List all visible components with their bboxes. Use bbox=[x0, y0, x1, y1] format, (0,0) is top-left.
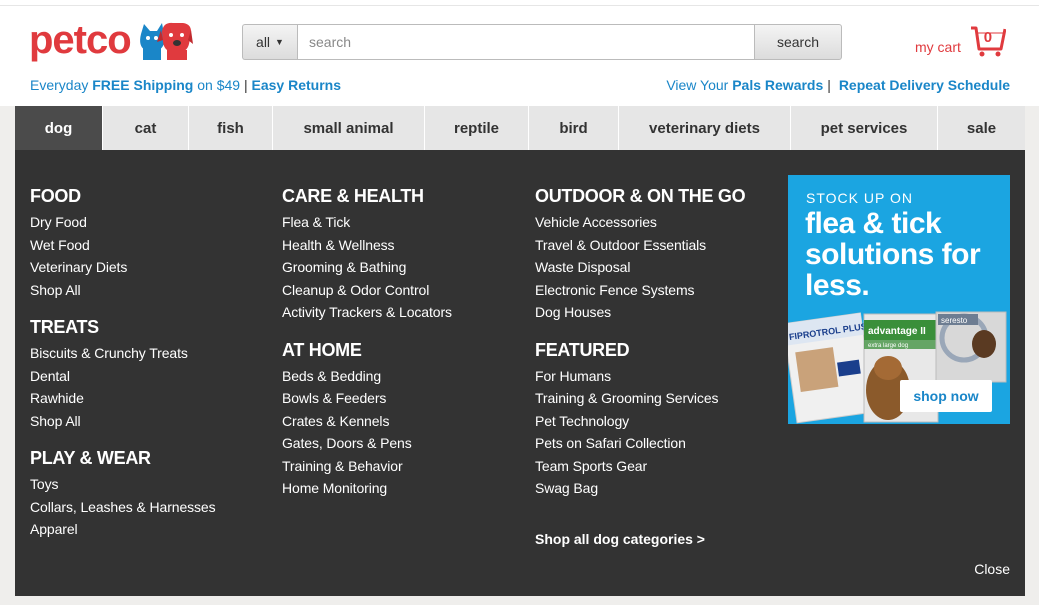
shipping-promo-prefix: Everyday bbox=[30, 77, 93, 93]
shop-all-dog-categories-link[interactable]: Shop all dog categories > bbox=[535, 531, 705, 547]
section-title-food[interactable]: FOOD bbox=[30, 185, 216, 207]
menu-link[interactable]: Dog Houses bbox=[535, 301, 745, 324]
menu-section-featured: FEATURED For Humans Training & Grooming … bbox=[535, 339, 745, 500]
nav-tab-small-animal[interactable]: small animal bbox=[273, 106, 425, 150]
search-button[interactable]: search bbox=[755, 24, 842, 60]
menu-link[interactable]: Pet Technology bbox=[535, 410, 745, 433]
pals-rewards-prefix: View Your bbox=[666, 77, 733, 93]
nav-tab-fish[interactable]: fish bbox=[189, 106, 273, 150]
menu-link[interactable]: Vehicle Accessories bbox=[535, 211, 745, 234]
section-title-treats[interactable]: TREATS bbox=[30, 316, 216, 338]
chevron-down-icon: ▼ bbox=[275, 37, 284, 47]
menu-link[interactable]: Swag Bag bbox=[535, 477, 745, 500]
pals-rewards-link[interactable]: View Your Pals Rewards bbox=[666, 77, 823, 93]
menu-link[interactable]: Health & Wellness bbox=[282, 234, 452, 257]
pets-mascot-icon bbox=[139, 22, 193, 60]
search-scope-dropdown[interactable]: all ▼ bbox=[242, 24, 297, 60]
repeat-delivery-link[interactable]: Repeat Delivery Schedule bbox=[839, 77, 1010, 93]
cart-label: my cart bbox=[915, 39, 961, 55]
section-title-featured[interactable]: FEATURED bbox=[535, 339, 745, 361]
menu-link[interactable]: Shop All bbox=[30, 279, 216, 302]
advantage-sub-label: extra large dog bbox=[868, 343, 908, 349]
menu-link[interactable]: Biscuits & Crunchy Treats bbox=[30, 342, 216, 365]
search-scope-label: all bbox=[256, 34, 271, 50]
cart-count-badge: 0 bbox=[983, 29, 993, 46]
pals-rewards-bold: Pals Rewards bbox=[732, 77, 824, 93]
advantage-label: advantage II bbox=[868, 326, 926, 337]
menu-link[interactable]: Electronic Fence Systems bbox=[535, 279, 745, 302]
search-input[interactable] bbox=[297, 24, 755, 60]
menu-link[interactable]: Flea & Tick bbox=[282, 211, 452, 234]
menu-link[interactable]: Dental bbox=[30, 365, 216, 388]
nav-tab-pet-services[interactable]: pet services bbox=[791, 106, 938, 150]
menu-link[interactable]: Home Monitoring bbox=[282, 477, 452, 500]
menu-section-care-health: CARE & HEALTH Flea & Tick Health & Welln… bbox=[282, 185, 452, 324]
close-menu-button[interactable]: Close bbox=[974, 561, 1010, 577]
nav-tab-dog[interactable]: dog bbox=[15, 106, 103, 150]
menu-link[interactable]: Team Sports Gear bbox=[535, 455, 745, 478]
petco-logo[interactable]: petco bbox=[29, 18, 193, 62]
menu-link[interactable]: Shop All bbox=[30, 410, 216, 433]
menu-link[interactable]: Pets on Safari Collection bbox=[535, 432, 745, 455]
menu-section-treats: TREATS Biscuits & Crunchy Treats Dental … bbox=[30, 316, 216, 432]
menu-link[interactable]: Grooming & Bathing bbox=[282, 256, 452, 279]
menu-section-outdoor: OUTDOOR & ON THE GO Vehicle Accessories … bbox=[535, 185, 746, 324]
search-bar: all ▼ search bbox=[242, 24, 842, 60]
menu-link[interactable]: Beds & Bedding bbox=[282, 365, 452, 388]
dog-mega-menu: FOOD Dry Food Wet Food Veterinary Diets … bbox=[15, 150, 1025, 596]
menu-section-play-wear: PLAY & WEAR Toys Collars, Leashes & Harn… bbox=[30, 447, 216, 541]
menu-link[interactable]: Waste Disposal bbox=[535, 256, 745, 279]
nav-tab-cat[interactable]: cat bbox=[103, 106, 189, 150]
logo-wordmark: petco bbox=[29, 18, 132, 62]
nav-tab-reptile[interactable]: reptile bbox=[425, 106, 529, 150]
menu-link[interactable]: Rawhide bbox=[30, 387, 216, 410]
menu-column-1: FOOD Dry Food Wet Food Veterinary Diets … bbox=[30, 185, 216, 556]
shipping-promo-suffix: on $49 bbox=[193, 77, 241, 93]
nav-tab-veterinary-diets[interactable]: veterinary diets bbox=[619, 106, 791, 150]
menu-link[interactable]: Crates & Kennels bbox=[282, 410, 452, 433]
section-title-outdoor[interactable]: OUTDOOR & ON THE GO bbox=[535, 185, 746, 207]
menu-link[interactable]: Bowls & Feeders bbox=[282, 387, 452, 410]
menu-link[interactable]: Gates, Doors & Pens bbox=[282, 432, 452, 455]
menu-link[interactable]: Dry Food bbox=[30, 211, 216, 234]
menu-section-at-home: AT HOME Beds & Bedding Bowls & Feeders C… bbox=[282, 339, 452, 500]
free-shipping-link[interactable]: FREE Shipping bbox=[92, 77, 193, 93]
easy-returns-link[interactable]: Easy Returns bbox=[252, 77, 341, 93]
menu-link[interactable]: Cleanup & Odor Control bbox=[282, 279, 452, 302]
menu-link[interactable]: Apparel bbox=[30, 518, 216, 541]
menu-section-food: FOOD Dry Food Wet Food Veterinary Diets … bbox=[30, 185, 216, 301]
seresto-label: seresto bbox=[941, 316, 968, 325]
menu-column-3: OUTDOOR & ON THE GO Vehicle Accessories … bbox=[535, 185, 746, 515]
category-nav: dog cat fish small animal reptile bird v… bbox=[15, 106, 1025, 150]
promo-separator: | bbox=[243, 77, 248, 93]
menu-link[interactable]: Toys bbox=[30, 473, 216, 496]
ad-headline: flea & tick solutions for less. bbox=[805, 207, 981, 302]
menu-link[interactable]: Veterinary Diets bbox=[30, 256, 216, 279]
menu-link[interactable]: Wet Food bbox=[30, 234, 216, 257]
menu-link[interactable]: For Humans bbox=[535, 365, 745, 388]
my-cart-link[interactable]: my cart 0 bbox=[915, 25, 1007, 59]
cart-icon: 0 bbox=[970, 25, 1007, 59]
menu-column-2: CARE & HEALTH Flea & Tick Health & Welln… bbox=[282, 185, 452, 515]
nav-tab-bird[interactable]: bird bbox=[529, 106, 619, 150]
section-title-care-health[interactable]: CARE & HEALTH bbox=[282, 185, 452, 207]
section-title-at-home[interactable]: AT HOME bbox=[282, 339, 452, 361]
ad-kicker: STOCK UP ON bbox=[806, 190, 913, 206]
menu-link[interactable]: Activity Trackers & Locators bbox=[282, 301, 452, 324]
shipping-promo: Everyday FREE Shipping on $49 | Easy Ret… bbox=[30, 77, 341, 93]
top-divider bbox=[0, 0, 1039, 6]
menu-link[interactable]: Training & Grooming Services bbox=[535, 387, 745, 410]
flea-tick-promo-banner[interactable]: STOCK UP ON flea & tick solutions for le… bbox=[788, 175, 1010, 424]
account-links: View Your Pals Rewards | Repeat Delivery … bbox=[666, 77, 1010, 93]
shop-now-button[interactable]: shop now bbox=[900, 380, 992, 412]
menu-link[interactable]: Training & Behavior bbox=[282, 455, 452, 478]
menu-link[interactable]: Collars, Leashes & Harnesses bbox=[30, 496, 216, 519]
section-title-play-wear[interactable]: PLAY & WEAR bbox=[30, 447, 216, 469]
nav-tab-sale[interactable]: sale bbox=[938, 106, 1025, 150]
account-links-separator: | bbox=[827, 77, 831, 93]
menu-link[interactable]: Travel & Outdoor Essentials bbox=[535, 234, 745, 257]
